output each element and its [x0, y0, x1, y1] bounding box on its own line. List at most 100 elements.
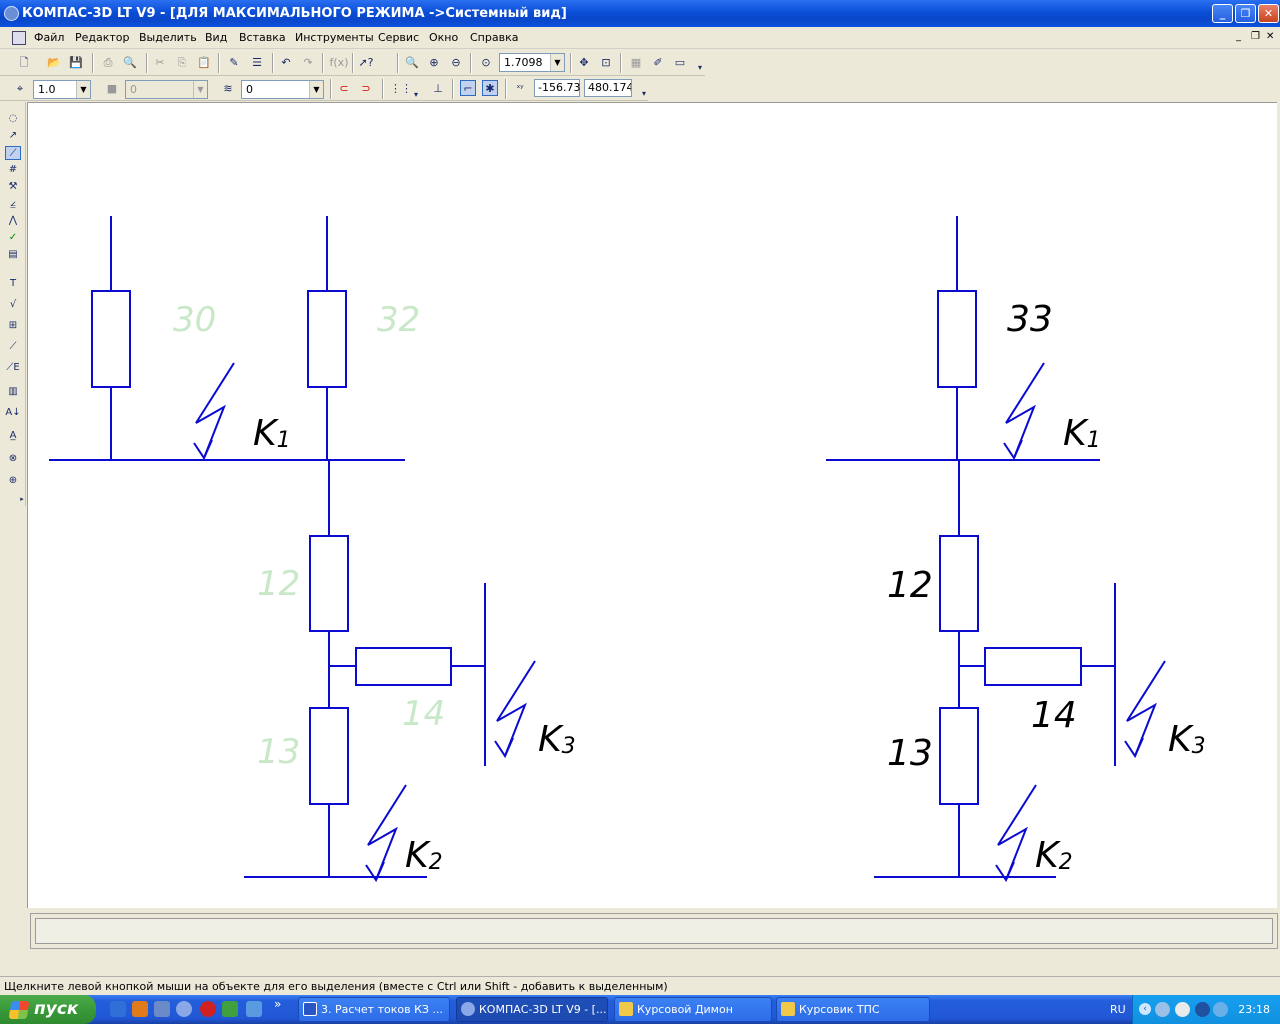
- left-k3-label: K3: [538, 719, 576, 760]
- task-word-doc[interactable]: 3. Расчет токов КЗ ...: [298, 997, 450, 1022]
- snap-magnet-icon[interactable]: ⊂: [336, 81, 352, 97]
- zoom-in-icon[interactable]: ⊕: [426, 55, 442, 71]
- axis-icon[interactable]: ⊕: [5, 474, 21, 488]
- kompas-quick-icon[interactable]: [176, 1001, 192, 1017]
- chevron-down-icon[interactable]: ▼: [76, 81, 90, 98]
- ortho-mode-icon[interactable]: ⌐: [460, 80, 476, 96]
- grid-icon[interactable]: ⋮⋮: [390, 81, 412, 97]
- base-icon[interactable]: ⊞: [5, 319, 21, 333]
- list-icon[interactable]: ☰: [249, 55, 265, 71]
- snap-mode-icon[interactable]: ✱: [482, 80, 498, 96]
- coord-x-field[interactable]: -156.73: [534, 79, 580, 97]
- firefox-icon[interactable]: [132, 1001, 148, 1017]
- pan-icon[interactable]: ✥: [576, 55, 592, 71]
- language-indicator[interactable]: RU: [1110, 995, 1132, 1024]
- properties-icon[interactable]: ✎: [226, 55, 242, 71]
- spec-icon[interactable]: ✓: [5, 231, 21, 245]
- menu-tools[interactable]: Инструменты: [295, 31, 374, 44]
- zoom-scale-icon[interactable]: ⊙: [478, 55, 494, 71]
- task-folder-kursovoy[interactable]: Курсовой Димон: [614, 997, 772, 1022]
- redo-icon[interactable]: ↷: [300, 55, 316, 71]
- zoom-combo[interactable]: 1.7098 ▼: [499, 53, 565, 72]
- document-icon[interactable]: [12, 31, 26, 45]
- quicklaunch-more-icon[interactable]: »: [274, 997, 281, 1011]
- icq-icon[interactable]: [222, 1001, 238, 1017]
- network-icon[interactable]: [154, 1001, 170, 1017]
- task-kompas[interactable]: КОМПАС-3D LT V9 - [...: [456, 997, 608, 1022]
- tray-app-icon[interactable]: [1155, 1002, 1170, 1017]
- edit-icon[interactable]: #: [5, 163, 21, 177]
- start-button[interactable]: пуск: [0, 995, 96, 1024]
- paste-icon[interactable]: 📋: [196, 55, 212, 71]
- table-tool-icon[interactable]: ▥: [5, 385, 21, 399]
- messenger-icon[interactable]: [246, 1001, 262, 1017]
- opera-icon[interactable]: [200, 1001, 216, 1017]
- designations-icon[interactable]: ⟋: [5, 146, 21, 160]
- menu-select[interactable]: Выделить: [139, 31, 197, 44]
- section-icon[interactable]: A̲: [5, 429, 21, 443]
- network-tray-icon[interactable]: [1213, 1002, 1228, 1017]
- roughness-icon[interactable]: √: [5, 298, 21, 312]
- close-button[interactable]: ✕: [1258, 4, 1279, 23]
- position-icon[interactable]: ⟋E: [5, 361, 21, 375]
- fx-icon[interactable]: f(x): [328, 55, 350, 71]
- attributes-icon[interactable]: ✐: [650, 55, 666, 71]
- snap-magnet-local-icon[interactable]: ⊃: [358, 81, 374, 97]
- line-scale-value: 1.0: [38, 83, 56, 96]
- chevron-down-icon[interactable]: ▼: [309, 81, 323, 98]
- maximize-button[interactable]: ❐: [1235, 4, 1256, 23]
- ie-icon[interactable]: [110, 1001, 126, 1017]
- menu-help[interactable]: Справка: [470, 31, 518, 44]
- doc-close-icon[interactable]: ✕: [1266, 31, 1274, 42]
- save-icon[interactable]: 💾: [68, 55, 84, 71]
- new-document-icon[interactable]: 🗋: [16, 55, 32, 71]
- undo-icon[interactable]: ↶: [278, 55, 294, 71]
- tray-expand-icon[interactable]: ‹: [1139, 1003, 1151, 1015]
- measure-icon[interactable]: ⦤: [5, 197, 21, 211]
- minimize-button[interactable]: _: [1212, 4, 1233, 23]
- open-icon[interactable]: 📂: [46, 55, 62, 71]
- line-scale-combo[interactable]: 1.0 ▼: [33, 80, 91, 99]
- chevron-down-icon[interactable]: ▼: [550, 54, 564, 71]
- info-icon[interactable]: [1195, 1002, 1210, 1017]
- menu-view[interactable]: Вид: [205, 31, 227, 44]
- manager-icon[interactable]: ▦: [628, 55, 644, 71]
- toolbar-options-icon[interactable]: ▾: [636, 86, 652, 102]
- chevron-down-icon[interactable]: ▾: [408, 87, 424, 103]
- doc-minimize-icon[interactable]: _: [1236, 31, 1241, 42]
- coordinate-axes-icon[interactable]: ⊥: [430, 81, 446, 97]
- center-mark-icon[interactable]: ⊗: [5, 452, 21, 466]
- task-folder-kursovik[interactable]: Курсовик ТПС: [776, 997, 930, 1022]
- reports-icon[interactable]: ▤: [5, 248, 21, 262]
- layers-icon[interactable]: ≋: [220, 81, 236, 97]
- layer-combo[interactable]: 0 ▼: [241, 80, 324, 99]
- menu-service[interactable]: Сервис: [378, 31, 419, 44]
- zoom-out-icon[interactable]: ⊖: [448, 55, 464, 71]
- print-icon[interactable]: ⎙: [100, 55, 116, 71]
- geometry-icon[interactable]: ◌: [5, 112, 21, 126]
- leader-icon[interactable]: ⟋: [5, 340, 21, 354]
- local-cs-icon[interactable]: ⌖: [12, 81, 28, 97]
- parametrization-icon[interactable]: ⚒: [5, 180, 21, 194]
- kompas-app-icon[interactable]: [4, 6, 19, 21]
- coord-y-field[interactable]: 480.174: [584, 79, 632, 97]
- cut-icon[interactable]: ✂: [152, 55, 168, 71]
- help-pointer-icon[interactable]: ➚?: [358, 55, 374, 71]
- panel-icon[interactable]: ▭: [672, 55, 688, 71]
- menu-insert[interactable]: Вставка: [239, 31, 286, 44]
- select-icon[interactable]: ⋀: [5, 214, 21, 228]
- volume-icon[interactable]: [1175, 1002, 1190, 1017]
- menu-editor[interactable]: Редактор: [75, 31, 130, 44]
- doc-restore-icon[interactable]: ❐: [1251, 31, 1260, 42]
- text-tool-icon[interactable]: T: [5, 277, 21, 291]
- show-all-icon[interactable]: ⊡: [598, 55, 614, 71]
- dimensions-icon[interactable]: ↗: [5, 129, 21, 143]
- zoom-icon[interactable]: 🔍: [404, 55, 420, 71]
- toolbar-options-icon[interactable]: ▾: [692, 60, 708, 76]
- drawing-canvas[interactable]: 30 32 12 14 13 K1 K3 K2 33 12 14 13 K1 K…: [27, 102, 1277, 908]
- menu-window[interactable]: Окно: [429, 31, 458, 44]
- copy-icon[interactable]: ⎘: [174, 55, 190, 71]
- view-arrow-icon[interactable]: A↓: [5, 406, 21, 420]
- print-preview-icon[interactable]: 🔍: [122, 55, 138, 71]
- menu-file[interactable]: Файл: [34, 31, 64, 44]
